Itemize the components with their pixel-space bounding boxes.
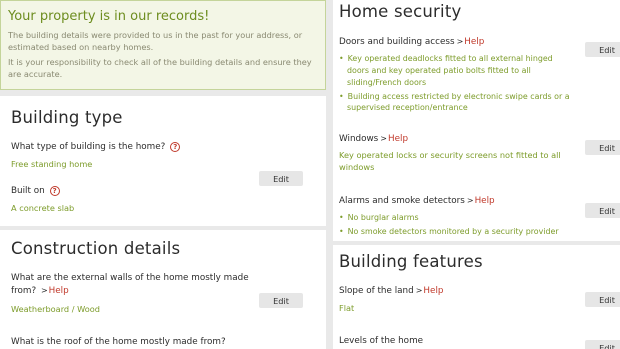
windows-question-text: Windows: [339, 134, 379, 144]
doors-answer-list: Key operated deadlocks fitted to all ext…: [339, 53, 571, 116]
slope-question: Slope of the land >Help: [339, 286, 443, 296]
alarms-answer-list: No burglar alarms No smoke detectors mon…: [339, 212, 579, 240]
notice-title: Your property is in our records!: [8, 9, 210, 24]
home-security-section: Home security Doors and building access …: [333, 0, 620, 241]
doors-question: Doors and building access >Help: [339, 37, 484, 47]
notice-text-1: The building details were provided to us…: [8, 30, 303, 52]
built-on-question-text: Built on: [11, 186, 45, 196]
building-type-answer: Free standing home: [11, 159, 93, 169]
chevron-right-icon: >: [40, 286, 48, 296]
building-type-question: What type of building is the home? ?: [11, 142, 181, 152]
doors-question-text: Doors and building access: [339, 37, 455, 47]
slope-edit-button[interactable]: Edit: [585, 292, 620, 307]
home-security-title: Home security: [339, 2, 462, 21]
help-icon[interactable]: ?: [170, 142, 181, 152]
roof-question: What is the roof of the home mostly made…: [11, 337, 226, 347]
help-link[interactable]: >Help: [457, 37, 485, 47]
list-item: Key operated deadlocks fitted to all ext…: [339, 53, 571, 89]
chevron-right-icon: >: [415, 286, 423, 295]
help-link-label: Help: [48, 286, 69, 297]
list-item: No burglar alarms: [339, 212, 579, 224]
building-type-edit-button[interactable]: Edit: [259, 171, 303, 186]
building-type-section: Building type What type of building is t…: [0, 96, 326, 226]
help-link-label: Help: [387, 134, 409, 144]
built-on-answer: A concrete slab: [11, 203, 75, 213]
built-on-question: Built on ?: [11, 186, 60, 196]
help-link[interactable]: >Help: [467, 196, 495, 206]
page: Your property is in our records! The bui…: [0, 0, 620, 349]
levels-question: Levels of the home: [339, 336, 424, 346]
chevron-right-icon: >: [466, 196, 474, 205]
windows-edit-button[interactable]: Edit: [585, 140, 620, 155]
building-type-title: Building type: [11, 108, 123, 127]
list-item: Building access restricted by electronic…: [339, 91, 571, 115]
alarms-question: Alarms and smoke detectors >Help: [339, 196, 495, 206]
windows-question: Windows >Help: [339, 134, 408, 144]
help-icon[interactable]: ?: [49, 186, 60, 196]
help-link[interactable]: >Help: [380, 134, 408, 144]
help-link-label: Help: [423, 286, 444, 296]
help-link-label: Help: [464, 37, 485, 47]
help-link[interactable]: >Help: [41, 286, 69, 296]
alarms-edit-button[interactable]: Edit: [585, 203, 620, 218]
doors-edit-button[interactable]: Edit: [585, 42, 620, 57]
building-features-section: Building features Slope of the land >Hel…: [333, 245, 620, 349]
list-item: No smoke detectors monitored by a securi…: [339, 226, 579, 238]
construction-details-section: Construction details What are the extern…: [0, 230, 326, 349]
levels-edit-button[interactable]: Edit: [585, 340, 620, 349]
notice-text-2: It is your responsibility to check all o…: [8, 57, 312, 79]
windows-answer: Key operated locks or security screens n…: [339, 150, 561, 172]
chevron-right-icon: >: [456, 37, 464, 46]
slope-question-text: Slope of the land: [339, 286, 414, 296]
alarms-question-text: Alarms and smoke detectors: [339, 196, 465, 206]
external-walls-answer: Weatherboard / Wood: [11, 304, 100, 314]
slope-answer: Flat: [339, 303, 355, 313]
chevron-right-icon: >: [380, 134, 387, 143]
records-notice: Your property is in our records! The bui…: [0, 0, 326, 90]
building-features-title: Building features: [339, 252, 483, 271]
help-link[interactable]: >Help: [416, 286, 444, 296]
construction-details-title: Construction details: [11, 239, 181, 258]
help-link-label: Help: [474, 196, 495, 206]
external-walls-question: What are the external walls of the home …: [11, 272, 251, 298]
construction-edit-button[interactable]: Edit: [259, 293, 303, 308]
building-type-question-text: What type of building is the home?: [11, 142, 166, 152]
